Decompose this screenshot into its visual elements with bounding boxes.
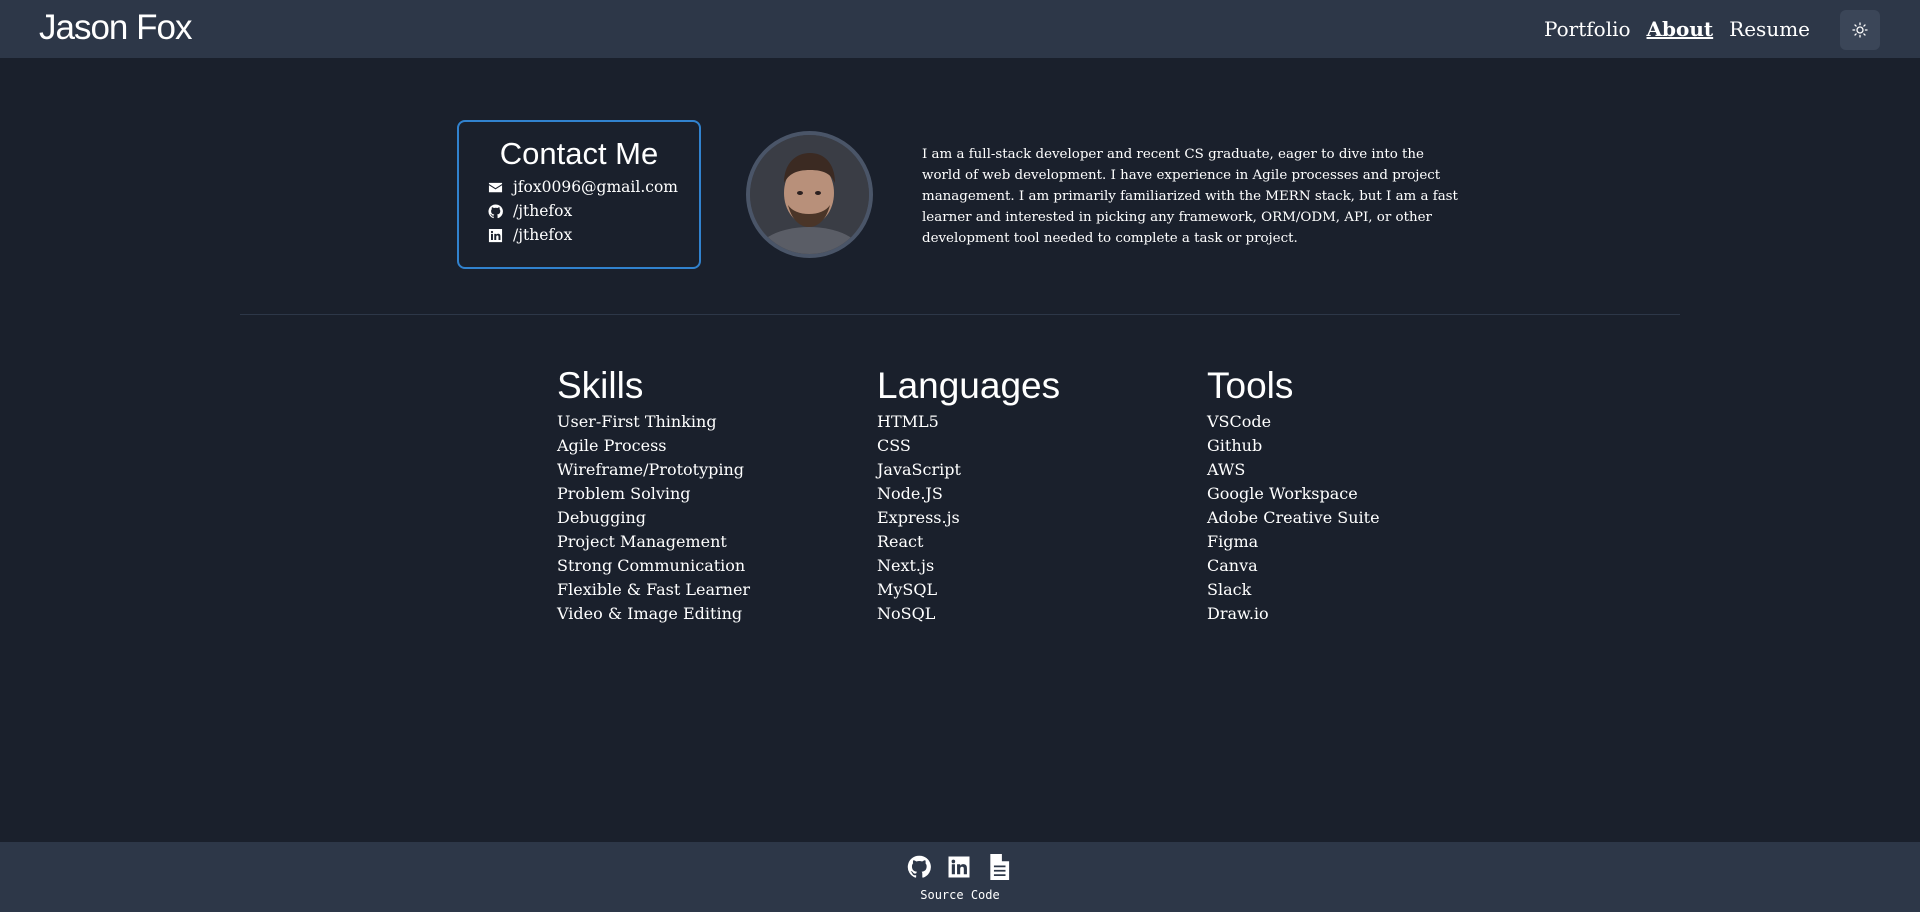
github-icon [488,203,503,218]
contact-github: /jthefox [513,202,573,220]
contact-linkedin-link[interactable]: /jthefox [488,223,699,247]
languages-list: HTML5 CSS JavaScript Node.JS Express.js … [877,410,1060,626]
contact-email: jfox0096@gmail.com [513,178,678,196]
list-item: Node.JS [877,484,943,503]
skills-list: User-First Thinking Agile Process Wirefr… [557,410,750,626]
linkedin-icon [488,228,503,242]
section-divider [240,314,1680,315]
list-item: Draw.io [1207,604,1269,623]
skills-section: Skills User-First Thinking Agile Process… [557,364,750,626]
linkedin-icon [948,856,970,878]
list-item: Video & Image Editing [557,604,743,623]
list-item: MySQL [877,580,938,599]
list-item: Project Management [557,532,727,551]
list-item: JavaScript [877,460,961,479]
list-item: Express.js [877,508,960,527]
list-item: User-First Thinking [557,412,717,431]
list-item: React [877,532,924,551]
list-item: Wireframe/Prototyping [557,460,745,479]
list-item: Adobe Creative Suite [1207,508,1380,527]
contact-card: Contact Me jfox0096@gmail.com /jthefox /… [457,120,701,269]
source-code-link[interactable]: Source Code [0,888,1920,902]
contact-github-link[interactable]: /jthefox [488,199,699,223]
list-item: NoSQL [877,604,936,623]
list-item: CSS [877,436,911,455]
top-navbar: Jason Fox Portfolio About Resume [0,0,1920,58]
profile-photo-illustration [750,135,869,254]
nav-portfolio[interactable]: Portfolio [1544,17,1631,41]
brand-name[interactable]: Jason Fox [39,8,192,48]
list-item: HTML5 [877,412,939,431]
contact-title: Contact Me [499,136,659,171]
list-item: VSCode [1207,412,1272,431]
nav-resume[interactable]: Resume [1729,17,1810,41]
list-item: Flexible & Fast Learner [557,580,751,599]
list-item: Problem Solving [557,484,691,503]
footer-linkedin-link[interactable] [947,854,971,880]
tools-section: Tools VSCode Github AWS Google Workspace… [1207,364,1380,626]
list-item: Debugging [557,508,646,527]
footer-github-link[interactable] [907,854,931,880]
sun-icon [1852,22,1868,38]
list-item: Figma [1207,532,1259,551]
contact-email-link[interactable]: jfox0096@gmail.com [488,175,699,199]
contact-linkedin: /jthefox [513,226,573,244]
footer-links [907,854,1011,880]
skills-title: Skills [557,365,644,406]
footer-resume-link[interactable] [987,854,1011,880]
nav-about[interactable]: About [1647,17,1714,41]
footer: Source Code [0,842,1920,912]
languages-title: Languages [877,365,1061,406]
list-item: Agile Process [557,436,667,455]
github-icon [907,855,931,878]
profile-photo [746,131,873,258]
tools-title: Tools [1207,365,1294,406]
bio-text: I am a full-stack developer and recent C… [922,147,1458,246]
list-item: AWS [1207,460,1246,479]
document-icon [990,854,1010,880]
tools-list: VSCode Github AWS Google Workspace Adobe… [1207,410,1380,626]
list-item: Google Workspace [1207,484,1358,503]
list-item: Strong Communication [557,556,746,575]
list-item: Github [1207,436,1263,455]
main-nav: Portfolio About Resume [1544,17,1810,41]
list-item: Canva [1207,556,1258,575]
list-item: Slack [1207,580,1252,599]
list-item: Next.js [877,556,935,575]
envelope-icon [488,182,503,192]
languages-section: Languages HTML5 CSS JavaScript Node.JS E… [877,364,1060,626]
theme-toggle-button[interactable] [1840,10,1880,50]
